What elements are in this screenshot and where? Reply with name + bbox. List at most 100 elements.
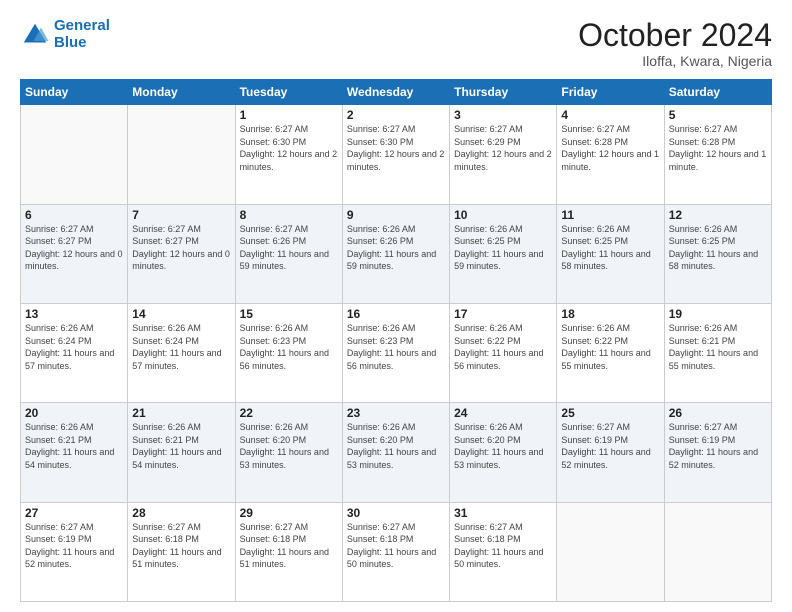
logo-general: General bbox=[54, 17, 110, 34]
calendar-cell: 26Sunrise: 6:27 AMSunset: 6:19 PMDayligh… bbox=[664, 403, 771, 502]
day-info: Sunrise: 6:26 AMSunset: 6:20 PMDaylight:… bbox=[240, 421, 338, 471]
calendar-week-row: 13Sunrise: 6:26 AMSunset: 6:24 PMDayligh… bbox=[21, 303, 772, 402]
day-info: Sunrise: 6:26 AMSunset: 6:25 PMDaylight:… bbox=[669, 223, 767, 273]
day-number: 24 bbox=[454, 406, 552, 420]
day-info: Sunrise: 6:26 AMSunset: 6:21 PMDaylight:… bbox=[669, 322, 767, 372]
day-number: 4 bbox=[561, 108, 659, 122]
day-info: Sunrise: 6:26 AMSunset: 6:24 PMDaylight:… bbox=[132, 322, 230, 372]
day-number: 17 bbox=[454, 307, 552, 321]
calendar-cell: 2Sunrise: 6:27 AMSunset: 6:30 PMDaylight… bbox=[342, 105, 449, 204]
day-info: Sunrise: 6:27 AMSunset: 6:29 PMDaylight:… bbox=[454, 123, 552, 173]
calendar-cell: 12Sunrise: 6:26 AMSunset: 6:25 PMDayligh… bbox=[664, 204, 771, 303]
title-block: October 2024 Iloffa, Kwara, Nigeria bbox=[578, 18, 772, 69]
calendar-cell: 13Sunrise: 6:26 AMSunset: 6:24 PMDayligh… bbox=[21, 303, 128, 402]
day-number: 14 bbox=[132, 307, 230, 321]
calendar-week-row: 20Sunrise: 6:26 AMSunset: 6:21 PMDayligh… bbox=[21, 403, 772, 502]
day-number: 13 bbox=[25, 307, 123, 321]
col-saturday: Saturday bbox=[664, 80, 771, 105]
day-info: Sunrise: 6:27 AMSunset: 6:28 PMDaylight:… bbox=[561, 123, 659, 173]
day-info: Sunrise: 6:26 AMSunset: 6:23 PMDaylight:… bbox=[240, 322, 338, 372]
calendar-cell: 30Sunrise: 6:27 AMSunset: 6:18 PMDayligh… bbox=[342, 502, 449, 601]
day-number: 7 bbox=[132, 208, 230, 222]
day-info: Sunrise: 6:27 AMSunset: 6:18 PMDaylight:… bbox=[132, 521, 230, 571]
day-number: 11 bbox=[561, 208, 659, 222]
calendar-cell: 16Sunrise: 6:26 AMSunset: 6:23 PMDayligh… bbox=[342, 303, 449, 402]
calendar-cell: 17Sunrise: 6:26 AMSunset: 6:22 PMDayligh… bbox=[450, 303, 557, 402]
calendar-cell bbox=[21, 105, 128, 204]
calendar-cell: 3Sunrise: 6:27 AMSunset: 6:29 PMDaylight… bbox=[450, 105, 557, 204]
col-wednesday: Wednesday bbox=[342, 80, 449, 105]
calendar-cell: 11Sunrise: 6:26 AMSunset: 6:25 PMDayligh… bbox=[557, 204, 664, 303]
day-info: Sunrise: 6:27 AMSunset: 6:18 PMDaylight:… bbox=[454, 521, 552, 571]
day-info: Sunrise: 6:27 AMSunset: 6:18 PMDaylight:… bbox=[347, 521, 445, 571]
calendar-cell bbox=[128, 105, 235, 204]
logo-icon bbox=[20, 20, 50, 50]
day-number: 8 bbox=[240, 208, 338, 222]
day-info: Sunrise: 6:26 AMSunset: 6:22 PMDaylight:… bbox=[561, 322, 659, 372]
calendar-cell: 18Sunrise: 6:26 AMSunset: 6:22 PMDayligh… bbox=[557, 303, 664, 402]
col-monday: Monday bbox=[128, 80, 235, 105]
day-info: Sunrise: 6:26 AMSunset: 6:22 PMDaylight:… bbox=[454, 322, 552, 372]
calendar-cell: 20Sunrise: 6:26 AMSunset: 6:21 PMDayligh… bbox=[21, 403, 128, 502]
day-info: Sunrise: 6:26 AMSunset: 6:23 PMDaylight:… bbox=[347, 322, 445, 372]
day-number: 9 bbox=[347, 208, 445, 222]
day-info: Sunrise: 6:27 AMSunset: 6:19 PMDaylight:… bbox=[25, 521, 123, 571]
calendar-header-row: Sunday Monday Tuesday Wednesday Thursday… bbox=[21, 80, 772, 105]
day-number: 3 bbox=[454, 108, 552, 122]
day-info: Sunrise: 6:26 AMSunset: 6:21 PMDaylight:… bbox=[25, 421, 123, 471]
header: General Blue October 2024 Iloffa, Kwara,… bbox=[20, 18, 772, 69]
calendar-cell: 23Sunrise: 6:26 AMSunset: 6:20 PMDayligh… bbox=[342, 403, 449, 502]
col-friday: Friday bbox=[557, 80, 664, 105]
day-number: 27 bbox=[25, 506, 123, 520]
day-number: 21 bbox=[132, 406, 230, 420]
day-number: 6 bbox=[25, 208, 123, 222]
calendar-cell: 21Sunrise: 6:26 AMSunset: 6:21 PMDayligh… bbox=[128, 403, 235, 502]
day-info: Sunrise: 6:27 AMSunset: 6:18 PMDaylight:… bbox=[240, 521, 338, 571]
day-info: Sunrise: 6:27 AMSunset: 6:26 PMDaylight:… bbox=[240, 223, 338, 273]
col-sunday: Sunday bbox=[21, 80, 128, 105]
day-info: Sunrise: 6:26 AMSunset: 6:26 PMDaylight:… bbox=[347, 223, 445, 273]
day-number: 29 bbox=[240, 506, 338, 520]
calendar-cell: 1Sunrise: 6:27 AMSunset: 6:30 PMDaylight… bbox=[235, 105, 342, 204]
calendar-cell: 29Sunrise: 6:27 AMSunset: 6:18 PMDayligh… bbox=[235, 502, 342, 601]
page: General Blue October 2024 Iloffa, Kwara,… bbox=[0, 0, 792, 612]
calendar-cell: 22Sunrise: 6:26 AMSunset: 6:20 PMDayligh… bbox=[235, 403, 342, 502]
day-info: Sunrise: 6:26 AMSunset: 6:20 PMDaylight:… bbox=[347, 421, 445, 471]
day-number: 15 bbox=[240, 307, 338, 321]
col-thursday: Thursday bbox=[450, 80, 557, 105]
calendar-cell: 24Sunrise: 6:26 AMSunset: 6:20 PMDayligh… bbox=[450, 403, 557, 502]
calendar-week-row: 6Sunrise: 6:27 AMSunset: 6:27 PMDaylight… bbox=[21, 204, 772, 303]
day-info: Sunrise: 6:26 AMSunset: 6:24 PMDaylight:… bbox=[25, 322, 123, 372]
day-number: 19 bbox=[669, 307, 767, 321]
day-number: 22 bbox=[240, 406, 338, 420]
calendar-cell: 4Sunrise: 6:27 AMSunset: 6:28 PMDaylight… bbox=[557, 105, 664, 204]
location: Iloffa, Kwara, Nigeria bbox=[578, 53, 772, 69]
day-info: Sunrise: 6:27 AMSunset: 6:19 PMDaylight:… bbox=[669, 421, 767, 471]
calendar-week-row: 27Sunrise: 6:27 AMSunset: 6:19 PMDayligh… bbox=[21, 502, 772, 601]
calendar-cell: 25Sunrise: 6:27 AMSunset: 6:19 PMDayligh… bbox=[557, 403, 664, 502]
calendar-cell: 6Sunrise: 6:27 AMSunset: 6:27 PMDaylight… bbox=[21, 204, 128, 303]
day-number: 23 bbox=[347, 406, 445, 420]
month-title: October 2024 bbox=[578, 18, 772, 53]
calendar-week-row: 1Sunrise: 6:27 AMSunset: 6:30 PMDaylight… bbox=[21, 105, 772, 204]
day-info: Sunrise: 6:27 AMSunset: 6:28 PMDaylight:… bbox=[669, 123, 767, 173]
day-number: 31 bbox=[454, 506, 552, 520]
calendar-cell bbox=[664, 502, 771, 601]
day-number: 25 bbox=[561, 406, 659, 420]
day-number: 2 bbox=[347, 108, 445, 122]
day-number: 1 bbox=[240, 108, 338, 122]
calendar-cell: 27Sunrise: 6:27 AMSunset: 6:19 PMDayligh… bbox=[21, 502, 128, 601]
calendar-cell: 10Sunrise: 6:26 AMSunset: 6:25 PMDayligh… bbox=[450, 204, 557, 303]
calendar-cell: 15Sunrise: 6:26 AMSunset: 6:23 PMDayligh… bbox=[235, 303, 342, 402]
day-info: Sunrise: 6:26 AMSunset: 6:21 PMDaylight:… bbox=[132, 421, 230, 471]
day-number: 5 bbox=[669, 108, 767, 122]
day-number: 18 bbox=[561, 307, 659, 321]
calendar-cell: 31Sunrise: 6:27 AMSunset: 6:18 PMDayligh… bbox=[450, 502, 557, 601]
calendar-table: Sunday Monday Tuesday Wednesday Thursday… bbox=[20, 79, 772, 602]
calendar-cell: 7Sunrise: 6:27 AMSunset: 6:27 PMDaylight… bbox=[128, 204, 235, 303]
day-number: 20 bbox=[25, 406, 123, 420]
day-info: Sunrise: 6:26 AMSunset: 6:25 PMDaylight:… bbox=[454, 223, 552, 273]
calendar-cell: 28Sunrise: 6:27 AMSunset: 6:18 PMDayligh… bbox=[128, 502, 235, 601]
col-tuesday: Tuesday bbox=[235, 80, 342, 105]
day-number: 26 bbox=[669, 406, 767, 420]
